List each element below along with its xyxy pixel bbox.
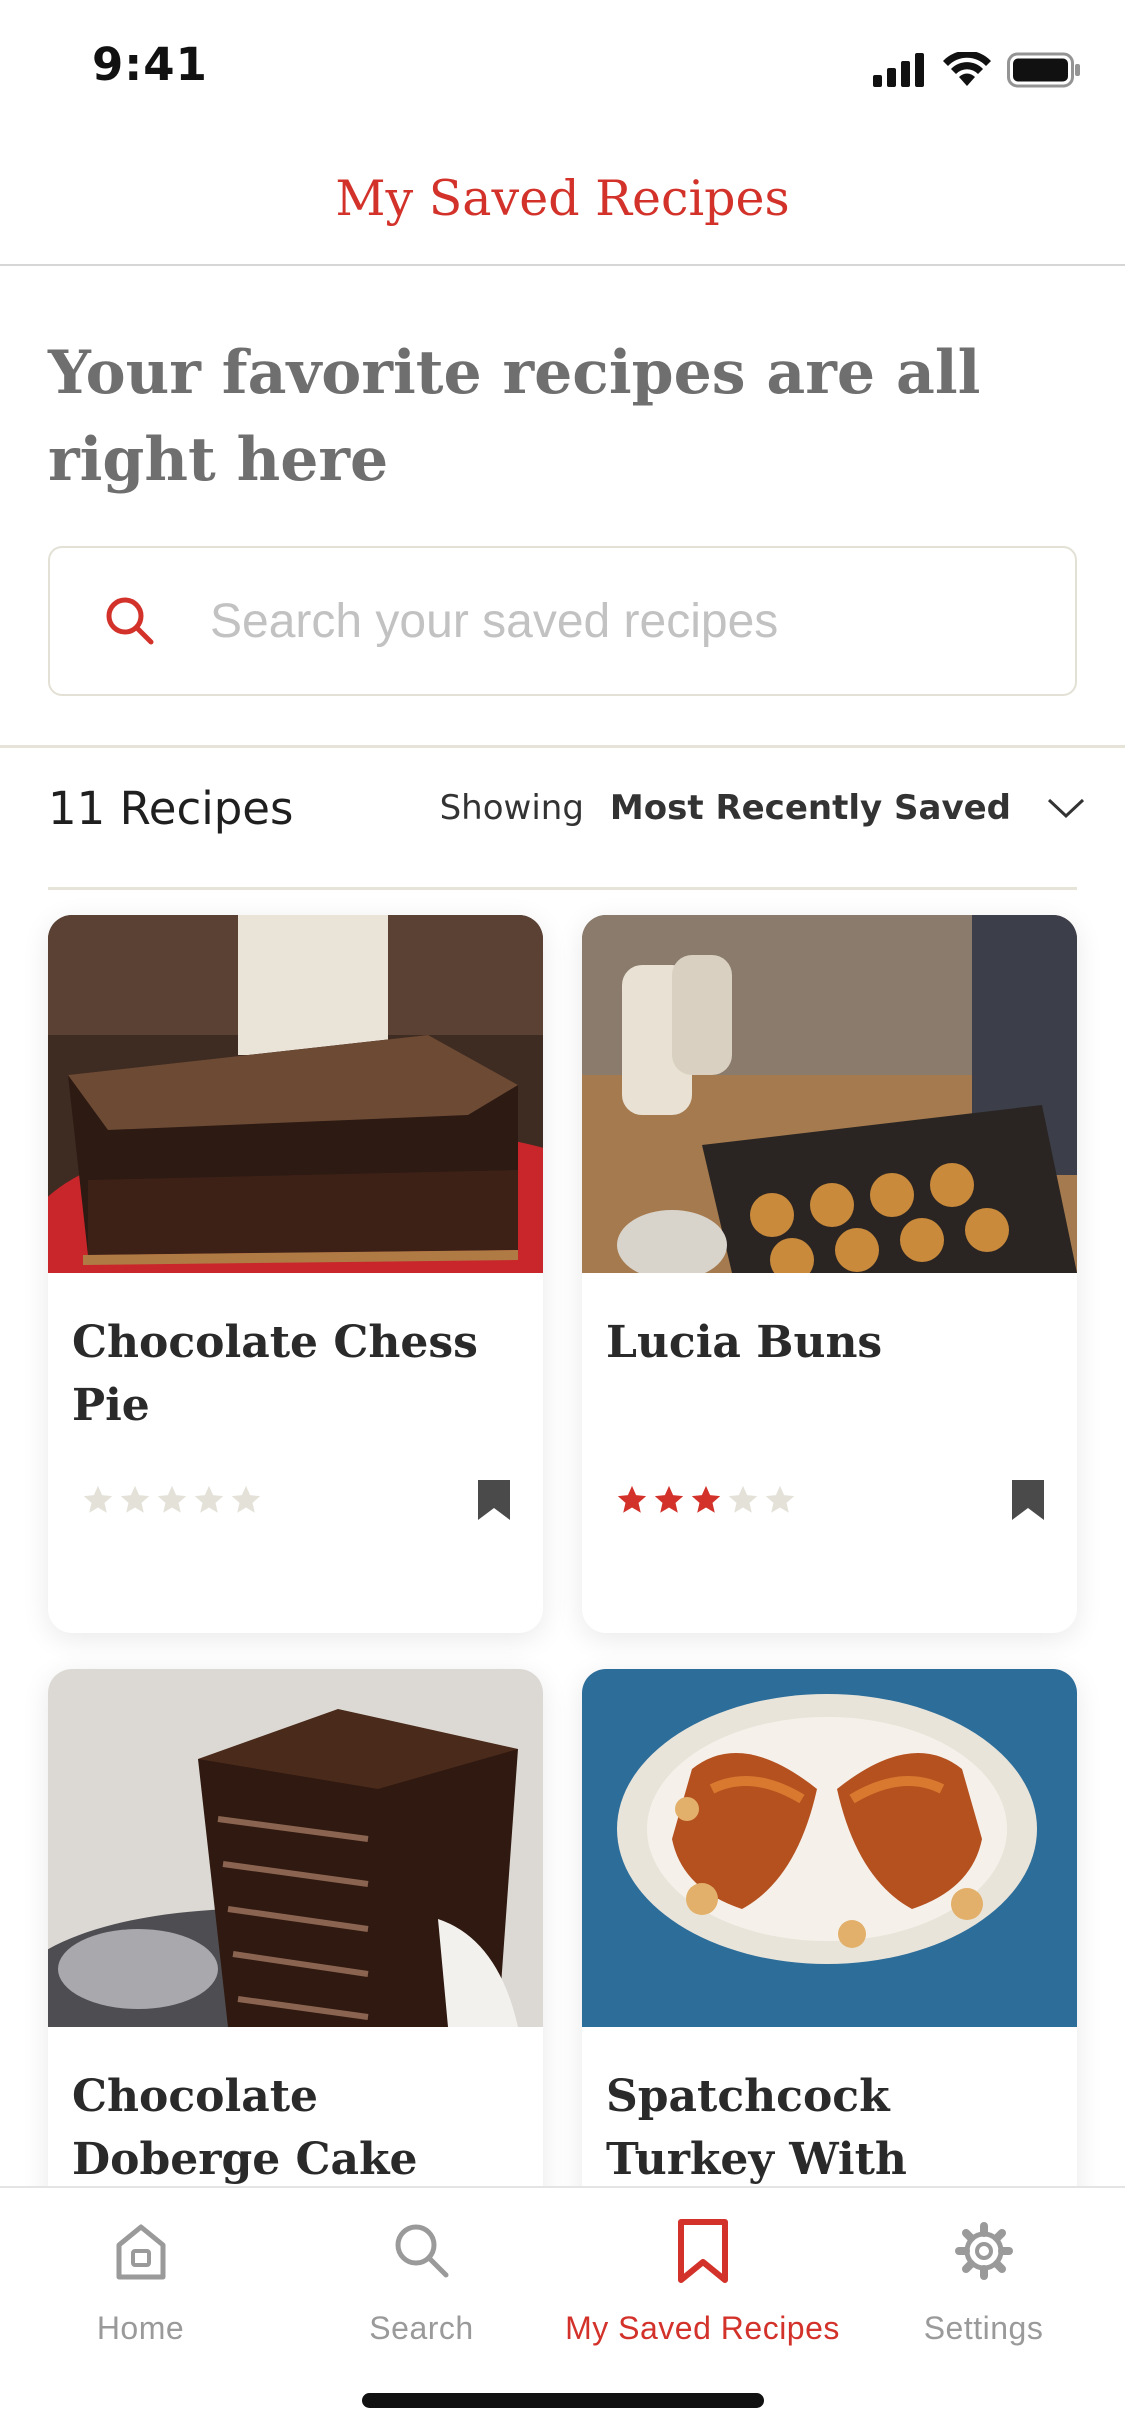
star-icon <box>654 1485 684 1513</box>
home-icon <box>113 2218 169 2284</box>
recipe-card[interactable]: Chocolate Chess Pie <box>48 915 543 1633</box>
section-divider <box>0 745 1125 748</box>
sort-value: Most Recently Saved <box>609 788 1011 828</box>
status-time: 9:41 <box>92 38 208 91</box>
bookmark-icon[interactable] <box>1012 1480 1044 1520</box>
star-rating[interactable] <box>615 1483 797 1517</box>
wifi-icon <box>943 52 991 86</box>
star-icon <box>728 1485 758 1513</box>
bookmark-icon[interactable] <box>478 1480 510 1520</box>
battery-icon <box>1007 52 1080 88</box>
recipe-title: Chocolate Chess Pie <box>72 1317 478 1431</box>
page-title: My Saved Recipes <box>335 169 790 227</box>
star-icon <box>691 1485 721 1513</box>
star-rating[interactable] <box>81 1483 263 1517</box>
star-icon <box>83 1485 113 1513</box>
list-divider <box>48 887 1077 890</box>
app-header: My Saved Recipes <box>0 132 1125 266</box>
search-icon <box>392 2218 452 2284</box>
recipe-title: Chocolate Doberge Cake <box>72 2071 418 2185</box>
star-icon <box>157 1485 187 1513</box>
recipe-title: Lucia Buns <box>606 1317 883 1368</box>
card-footer <box>615 1480 1044 1520</box>
tab-label: Search <box>369 2310 474 2346</box>
star-icon <box>231 1485 261 1513</box>
recipe-image-roast-turkey <box>582 1669 1077 2027</box>
recipe-image-chocolate-pie <box>48 915 543 1273</box>
home-indicator <box>362 2393 764 2408</box>
recipe-image-doberge-cake <box>48 1669 543 2027</box>
search-input[interactable] <box>210 593 1030 649</box>
star-icon <box>617 1485 647 1513</box>
recipe-card[interactable]: Spatchcock Turkey With Anise and <box>582 1669 1077 2229</box>
recipe-card[interactable]: Lucia Buns <box>582 915 1077 1633</box>
search-bar[interactable] <box>48 546 1077 696</box>
tab-home[interactable]: Home <box>0 2218 281 2347</box>
tab-search[interactable]: Search <box>281 2218 562 2347</box>
tab-my-saved-recipes[interactable]: My Saved Recipes <box>562 2218 843 2347</box>
tab-settings[interactable]: Settings <box>843 2218 1124 2347</box>
chevron-down-icon <box>1047 798 1085 819</box>
bookmark-icon <box>677 2218 729 2284</box>
star-icon <box>765 1485 795 1513</box>
star-icon <box>120 1485 150 1513</box>
card-footer <box>81 1480 510 1520</box>
recipe-image-lucia-buns <box>582 915 1077 1273</box>
recipe-count: 11 Recipes <box>48 782 294 835</box>
cellular-signal-icon <box>873 53 924 87</box>
tab-label: My Saved Recipes <box>565 2310 840 2346</box>
star-icon <box>194 1485 224 1513</box>
search-icon <box>50 595 210 647</box>
recipe-card[interactable]: Chocolate Doberge Cake <box>48 1669 543 2229</box>
tab-label: Home <box>96 2310 185 2346</box>
sort-prefix-label: Showing <box>439 788 584 828</box>
status-icons <box>873 48 1081 92</box>
status-bar: 9:41 <box>0 0 1125 132</box>
sort-dropdown[interactable]: Showing Most Recently Saved <box>440 788 1085 828</box>
tab-label: Settings <box>923 2310 1044 2346</box>
intro-heading: Your favorite recipes are all right here <box>48 338 981 495</box>
gear-icon <box>954 2218 1014 2284</box>
